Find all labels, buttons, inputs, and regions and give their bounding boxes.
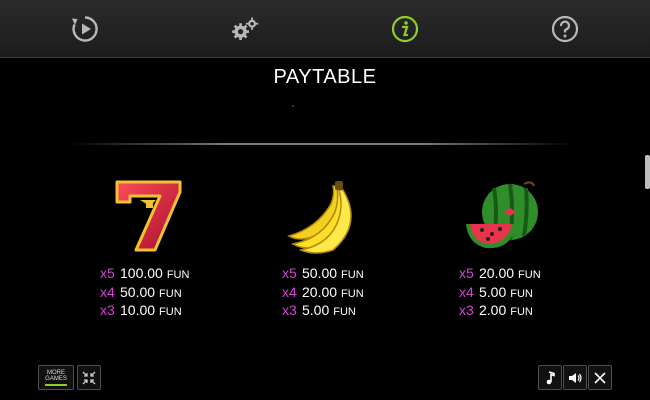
- scrollbar-thumb[interactable]: [645, 155, 650, 189]
- music-toggle-button[interactable]: [538, 365, 562, 390]
- more-games-line1: MORE: [47, 369, 65, 376]
- payout-value: 20.00: [302, 283, 338, 300]
- currency-unit: FUN: [333, 306, 356, 318]
- replay-icon: [72, 16, 98, 42]
- multiplier: x4: [100, 283, 115, 300]
- payout-value: 50.00: [302, 265, 338, 281]
- multiplier: x5: [459, 265, 474, 281]
- more-games-button[interactable]: MORE GAMES: [38, 365, 74, 390]
- pay-row: x3 10.00 FUN: [100, 301, 189, 320]
- payout-value: 2.00: [479, 302, 507, 318]
- close-icon: [594, 371, 606, 384]
- info-icon: [391, 15, 419, 43]
- settings-tab[interactable]: [228, 12, 262, 46]
- currency-unit: FUN: [518, 269, 541, 281]
- pay-row: x4 50.00 FUN: [100, 283, 189, 302]
- multiplier: x3: [459, 302, 474, 318]
- pay-row: x5 50.00 FUN: [282, 264, 364, 283]
- currency-unit: FUN: [510, 287, 533, 300]
- currency-unit: FUN: [510, 306, 533, 318]
- pay-row: x4 20.00 FUN: [282, 283, 364, 302]
- multiplier: x3: [282, 302, 297, 318]
- currency-unit: FUN: [341, 287, 364, 300]
- music-icon: [546, 370, 555, 384]
- pay-row: x5 100.00 FUN: [100, 264, 189, 283]
- multiplier: x4: [459, 283, 474, 300]
- banana-symbol-icon: [277, 178, 377, 256]
- currency-unit: FUN: [341, 269, 364, 281]
- more-games-icon: MORE GAMES: [45, 370, 67, 386]
- payout-value: 20.00: [479, 265, 515, 281]
- pay-row: x5 20.00 FUN: [459, 264, 541, 283]
- replay-tab[interactable]: [68, 12, 102, 46]
- sound-icon: [569, 372, 582, 383]
- pay-row: x3 2.00 FUN: [459, 301, 541, 320]
- watermelon-symbol-icon: [454, 178, 554, 256]
- multiplier: x4: [282, 283, 297, 300]
- payout-value: 5.00: [302, 302, 330, 318]
- currency-unit: FUN: [166, 269, 190, 281]
- collapse-icon: [82, 371, 96, 384]
- payout-value: 100.00: [120, 265, 163, 281]
- sound-toggle-button[interactable]: [563, 365, 587, 390]
- settings-gears-icon: [232, 17, 259, 41]
- paytable-column-watermelon: x5 20.00 FUN x4 5.00 FUN x3 2.00 FUN: [459, 264, 541, 320]
- currency-unit: FUN: [159, 306, 182, 318]
- payout-value: 5.00: [479, 283, 507, 300]
- payout-value: 10.00: [120, 302, 156, 318]
- close-button[interactable]: [588, 365, 612, 390]
- multiplier: x3: [100, 302, 115, 318]
- menu-tab-bar: [0, 0, 650, 58]
- payout-value: 50.00: [120, 283, 156, 300]
- decorative-dot: [292, 105, 294, 107]
- multiplier: x5: [282, 265, 297, 281]
- paytable-column-banana: x5 50.00 FUN x4 20.00 FUN x3 5.00 FUN: [282, 264, 364, 320]
- info-tab[interactable]: [388, 12, 422, 46]
- paytable-column-seven: x5 100.00 FUN x4 50.00 FUN x3 10.00 FUN: [100, 264, 189, 320]
- more-games-underline: [45, 383, 67, 386]
- title-divider: [70, 143, 575, 145]
- help-icon: [551, 15, 579, 43]
- help-tab[interactable]: [548, 12, 582, 46]
- pay-row: x4 5.00 FUN: [459, 283, 541, 302]
- seven-symbol-icon: [100, 178, 200, 256]
- page-title: PAYTABLE: [273, 66, 377, 88]
- multiplier: x5: [100, 265, 115, 281]
- more-games-line2: GAMES: [45, 375, 67, 382]
- currency-unit: FUN: [159, 287, 182, 300]
- collapse-button[interactable]: [77, 365, 101, 390]
- pay-row: x3 5.00 FUN: [282, 301, 364, 320]
